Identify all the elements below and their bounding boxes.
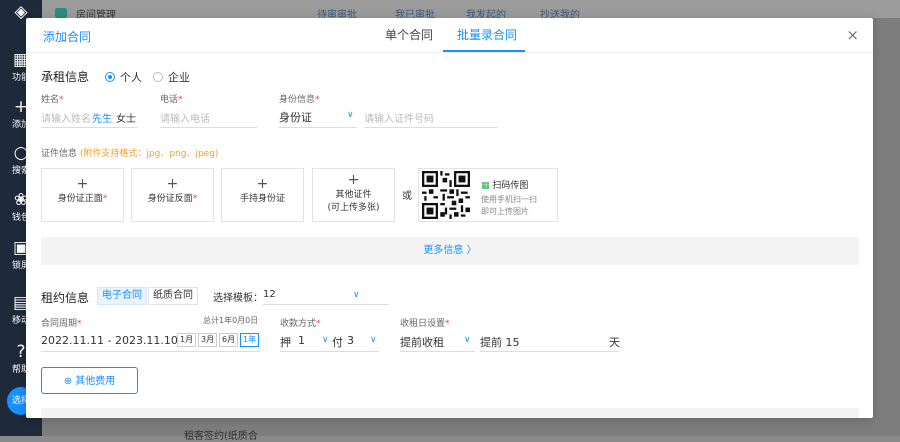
deposit-prefix: 押 [280,336,291,349]
quick-period-3m[interactable]: 3月 [198,333,218,347]
more-info-toggle[interactable]: 更多信息 〉 [41,237,859,265]
id-type-underline [279,127,357,128]
upload-other-certs[interactable]: + 其他证件 (可上传多张) [312,168,395,222]
upload-id-handheld[interactable]: + 手持身份证 [221,168,304,222]
qr-title: ▦ 扫码传图 [481,181,529,191]
pay-method-label: 收款方式* [280,319,321,329]
chevron-down-icon: ∨ [322,335,329,345]
collect-days-underline [480,351,619,352]
collect-mode-select[interactable]: 提前收租 [400,334,444,350]
app-logo-icon [55,8,67,18]
plus-icon: + [347,172,360,188]
phone-label: 电话* [160,95,183,105]
or-text: 或 [402,191,412,202]
qr-hint-2: 即可上传图片 [481,207,529,216]
sex-option-male[interactable]: 先生 [92,110,112,125]
phone-input[interactable]: 请输入电话 [160,110,210,125]
add-contract-modal: 添加合同 单个合同 批量录合同 × 承租信息 个人 企业 姓名* 请输入姓名 先… [26,18,873,418]
lease-section-title: 租约信息 [41,291,90,305]
radio-individual[interactable]: 个人 [105,69,142,85]
close-icon[interactable]: × [846,26,859,44]
chevron-down-icon: ∨ [353,290,360,300]
collect-day-label: 收租日设置* [400,319,450,329]
template-label: 选择模板： [213,293,263,304]
upload-id-front[interactable]: + 身份证正面* [41,168,124,222]
pay-underline [280,351,379,352]
name-input[interactable]: 请输入姓名 [41,110,91,125]
period-range-input[interactable]: 2022.11.11 - 2023.11.10 [41,334,178,347]
qr-hint-1: 使用手机扫一扫 [481,195,537,204]
chevron-down-icon: ∨ [370,335,377,345]
pay-select[interactable]: 3 [347,334,354,347]
sex-option-female[interactable]: 女士 [116,110,136,125]
chevron-down-icon: ∨ [464,335,471,345]
quick-period-1y[interactable]: 1年 [240,333,260,347]
period-total: 总计1年0月0日 [203,316,259,325]
phone-underline [160,127,257,128]
plus-icon: + [166,176,179,192]
add-circle-icon: ⊕ [63,376,73,387]
tab-single-contract[interactable]: 单个合同 [385,26,433,43]
radio-unchecked-icon [153,72,163,82]
period-underline [41,351,260,352]
id-label: 身份信息* [279,95,320,105]
pay-prefix: 付 [332,336,343,349]
other-fees-button[interactable]: ⊕ 其他费用 [41,367,138,394]
deposit-select[interactable]: 1 [298,334,305,347]
contract-type-electronic[interactable]: 电子合同 [97,287,147,305]
next-section-bar [41,408,859,418]
plus-icon: + [76,176,89,192]
modal-header: 添加合同 单个合同 批量录合同 × [26,18,873,53]
cert-label: 证件信息 (附件支持格式：jpg、png、jpeg) [41,149,219,159]
collect-days-input[interactable]: 提前 15 [480,334,520,350]
modal-title: 添加合同 [43,30,92,44]
id-number-input[interactable]: 请输入证件号码 [364,110,434,125]
quick-period-1m[interactable]: 1月 [177,333,197,347]
id-type-select[interactable]: 身份证 [279,109,312,125]
bg-table-row: 租客签约(纸质合 [184,431,258,442]
radio-checked-icon [105,72,115,82]
id-number-underline [364,127,498,128]
collect-mode-underline [400,351,475,352]
contract-type-paper[interactable]: 纸质合同 [148,287,198,305]
qr-code-icon [422,171,470,219]
tenant-section-title: 承租信息 [41,70,90,84]
active-tab-indicator [443,50,525,52]
qr-upload-box[interactable]: ▦ 扫码传图 使用手机扫一扫 即可上传图片 [418,168,558,222]
name-underline [41,127,138,128]
name-label: 姓名* [41,95,64,105]
plus-icon: + [256,176,269,192]
period-label: 合同周期* [41,319,82,329]
template-underline [263,304,389,305]
qr-scan-icon: ▦ [481,181,490,191]
radio-company[interactable]: 企业 [153,69,190,85]
template-select[interactable]: 12 [263,289,276,300]
upload-id-back[interactable]: + 身份证反面* [131,168,214,222]
quick-period-6m[interactable]: 6月 [219,333,239,347]
tab-batch-contract[interactable]: 批量录合同 [457,26,517,43]
chevron-down-icon: ∨ [347,110,354,120]
collect-unit: 天 [609,336,620,349]
